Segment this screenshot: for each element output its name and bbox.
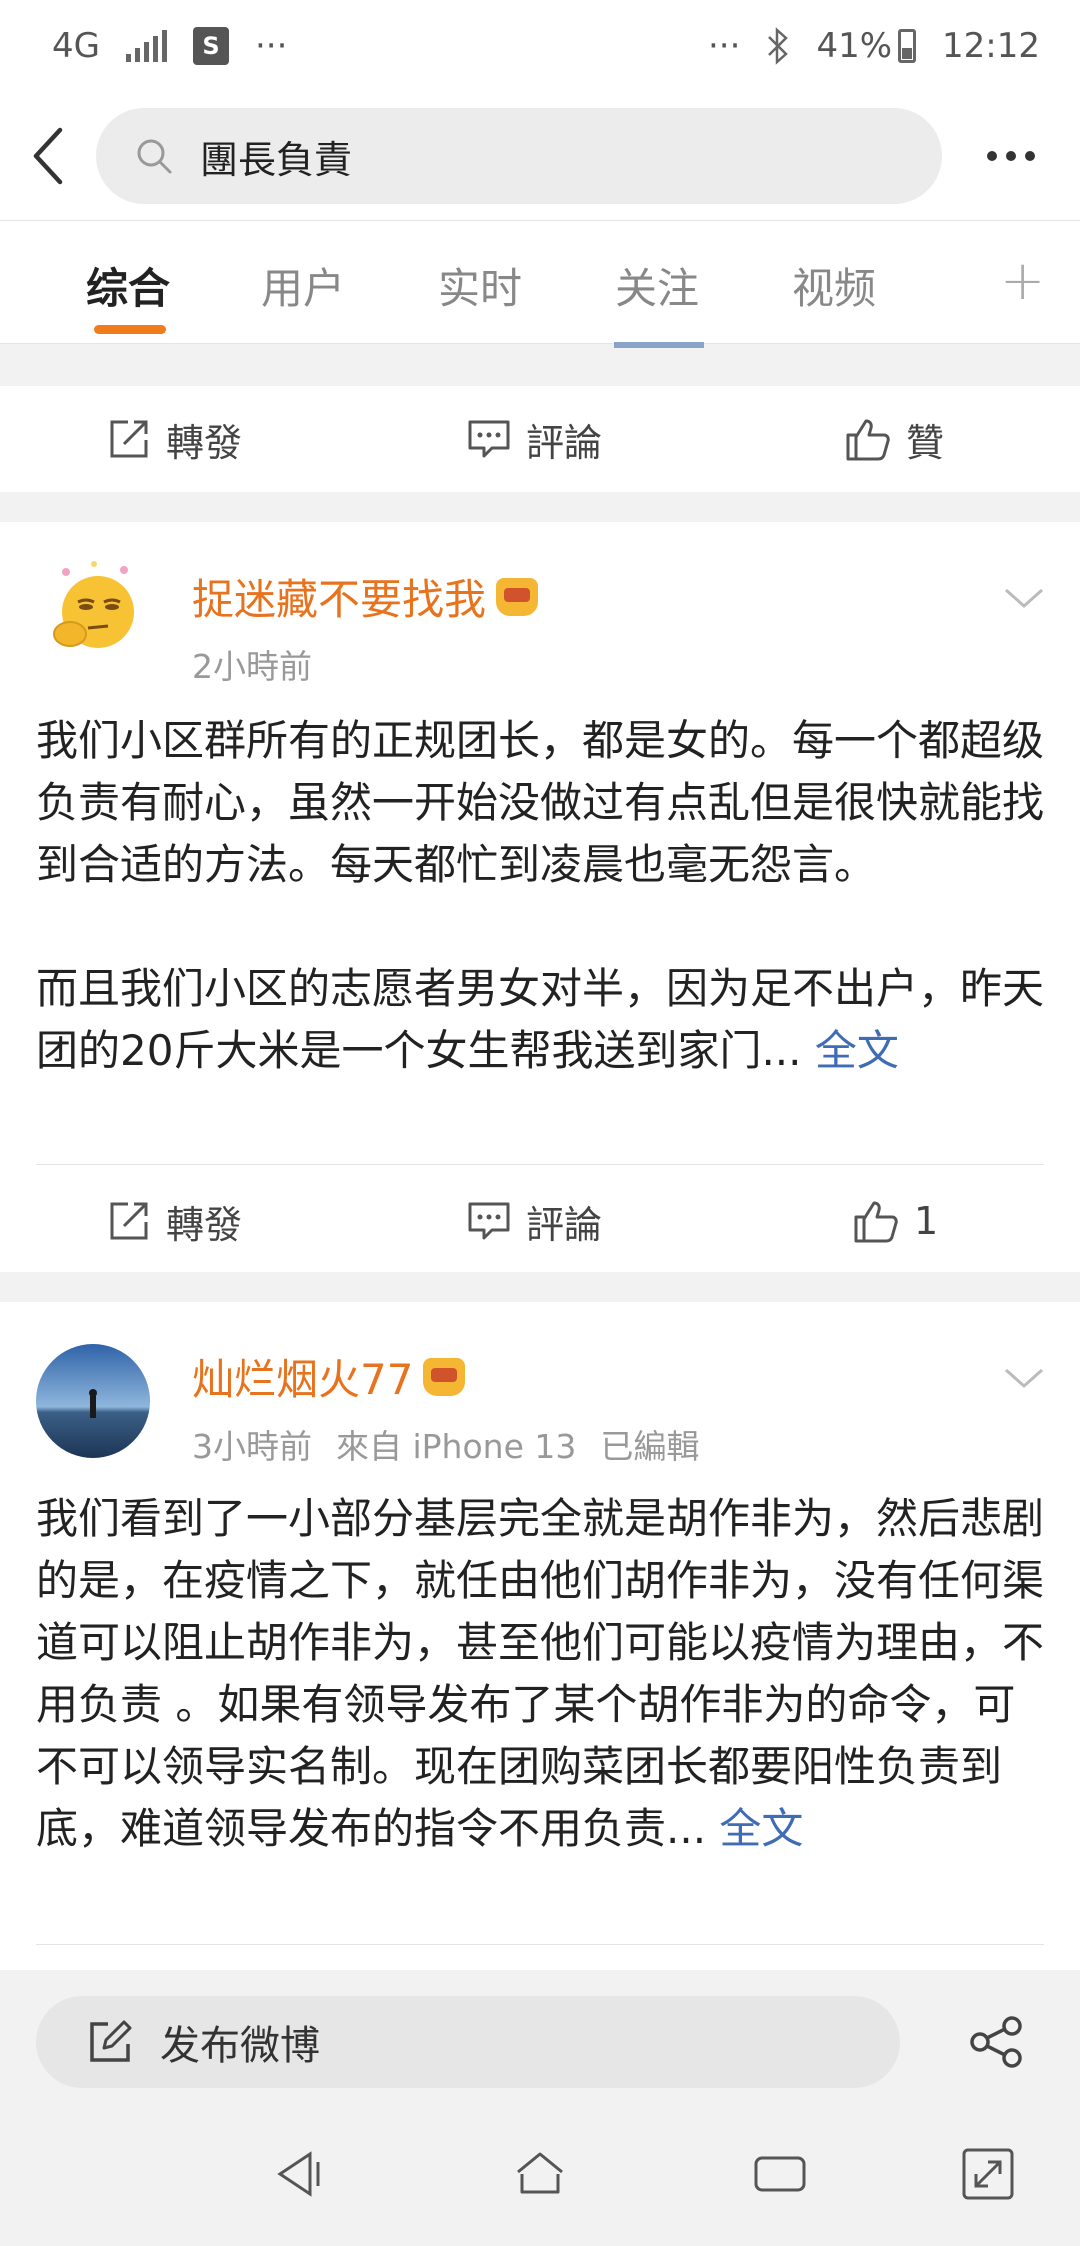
post-time: 2小時前 — [192, 647, 312, 686]
battery-icon — [898, 29, 917, 63]
post-body[interactable]: 我们小区群所有的正规团长，都是女的。每一个都超级负责有耐心，虽然一开始没做过有点… — [36, 710, 1046, 1082]
nav-home-icon[interactable] — [510, 2144, 570, 2204]
avatar[interactable] — [36, 552, 150, 666]
comment-icon — [468, 1202, 510, 1240]
vip-crown-icon — [496, 577, 539, 616]
post-paragraph: 我们看到了一小部分基层完全就是胡作非为，然后悲剧的是，在疫情之下，就任由他们胡作… — [36, 1494, 1045, 1853]
comment-button[interactable]: 評論 — [466, 386, 602, 492]
more-options-button[interactable] — [942, 151, 1080, 161]
search-query: 團長負責 — [200, 137, 353, 182]
system-nav-bar — [0, 2100, 1080, 2246]
nav-back-icon[interactable] — [270, 2144, 330, 2204]
network-indicator: 4G — [52, 26, 100, 66]
thumbs-up-icon — [846, 419, 890, 461]
chevron-left-icon — [33, 127, 63, 185]
signal-icon — [125, 30, 167, 62]
nav-recents-icon[interactable] — [750, 2144, 810, 2204]
avatar[interactable] — [36, 1344, 150, 1458]
battery-percent: 41% — [816, 26, 893, 66]
tab-video[interactable]: 视频 — [792, 255, 876, 316]
post-paragraph: 我们小区群所有的正规团长，都是女的。每一个都超级负责有耐心，虽然一开始没做过有点… — [36, 716, 1045, 889]
post-card: 捉迷藏不要找我 2小時前 我们小区群所有的正规团长，都是女的。每一个都超级负责有… — [0, 522, 1080, 1272]
username[interactable]: 捉迷藏不要找我 — [192, 566, 539, 627]
bluetooth-icon — [768, 27, 789, 65]
like-button[interactable]: 1 — [852, 1168, 938, 1274]
tab-users[interactable]: 用户 — [261, 255, 345, 316]
active-tab-indicator — [94, 325, 166, 334]
more-status: ··· — [708, 26, 741, 66]
previous-post-actions: 轉發 評論 贊 — [0, 386, 1080, 492]
scroll-indicator — [614, 342, 704, 348]
compose-label: 发布微博 — [160, 2023, 320, 2069]
post-source: 來自 iPhone 13 — [336, 1427, 577, 1466]
divider — [36, 1164, 1044, 1165]
post-card: 灿烂烟火77 3小時前 來自 iPhone 13 已編輯 我们看到了一小部分基层… — [0, 1302, 1080, 1970]
thumbs-up-icon — [854, 1201, 898, 1243]
status-bar: 4G S ··· ··· 41% 12:12 — [0, 0, 1080, 92]
tab-bar: 综合 用户 实时 关注 视频 + — [0, 220, 1080, 344]
read-more-link[interactable]: 全文 — [719, 1804, 803, 1853]
chevron-down-icon[interactable] — [1000, 574, 1048, 622]
compose-button[interactable]: 发布微博 — [36, 1996, 900, 2088]
back-button[interactable] — [0, 92, 96, 220]
share-icon[interactable] — [968, 2014, 1024, 2070]
repost-label: 轉發 — [166, 1202, 243, 1247]
search-header: 團長負責 — [0, 92, 1080, 220]
tab-realtime[interactable]: 实时 — [438, 255, 522, 316]
tab-comprehensive[interactable]: 综合 — [86, 255, 170, 316]
like-button[interactable]: 贊 — [844, 386, 944, 492]
username-text: 灿烂烟火77 — [192, 1355, 414, 1404]
post-body[interactable]: 我们看到了一小部分基层完全就是胡作非为，然后悲剧的是，在疫情之下，就任由他们胡作… — [36, 1488, 1046, 1860]
search-input[interactable]: 團長負責 — [96, 108, 942, 204]
username-text: 捉迷藏不要找我 — [192, 575, 487, 624]
repost-icon — [110, 1202, 148, 1240]
comment-button[interactable]: 評論 — [466, 1168, 602, 1274]
vip-crown-icon — [423, 1357, 466, 1396]
repost-button[interactable]: 轉發 — [106, 386, 242, 492]
chevron-down-icon[interactable] — [1000, 1354, 1048, 1402]
post-meta: 2小時前 — [192, 640, 312, 688]
post-meta: 3小時前 來自 iPhone 13 已編輯 — [192, 1420, 699, 1468]
compose-bar: 发布微博 — [0, 1970, 1080, 2088]
edited-badge: 已編輯 — [600, 1427, 700, 1466]
edit-icon — [90, 2020, 132, 2062]
post-time: 3小時前 — [192, 1427, 312, 1466]
read-more-link[interactable]: 全文 — [815, 1026, 899, 1075]
repost-icon — [110, 420, 148, 458]
nav-fullscreen-icon[interactable] — [958, 2144, 1018, 2204]
add-tab-button[interactable]: + — [1000, 249, 1045, 312]
more-notifications: ··· — [254, 26, 288, 66]
clock: 12:12 — [942, 26, 1040, 66]
username[interactable]: 灿烂烟火77 — [192, 1346, 466, 1407]
like-label: 贊 — [906, 420, 945, 465]
repost-button[interactable]: 轉發 — [106, 1168, 242, 1274]
divider — [36, 1944, 1044, 1945]
search-icon — [137, 139, 172, 174]
tab-following[interactable]: 关注 — [615, 255, 699, 316]
comment-label: 評論 — [526, 1202, 603, 1247]
comment-icon — [468, 420, 510, 458]
comment-label: 評論 — [526, 420, 603, 465]
shopping-bag-icon: S — [192, 27, 229, 65]
repost-label: 轉發 — [166, 420, 243, 465]
like-count: 1 — [914, 1199, 939, 1243]
